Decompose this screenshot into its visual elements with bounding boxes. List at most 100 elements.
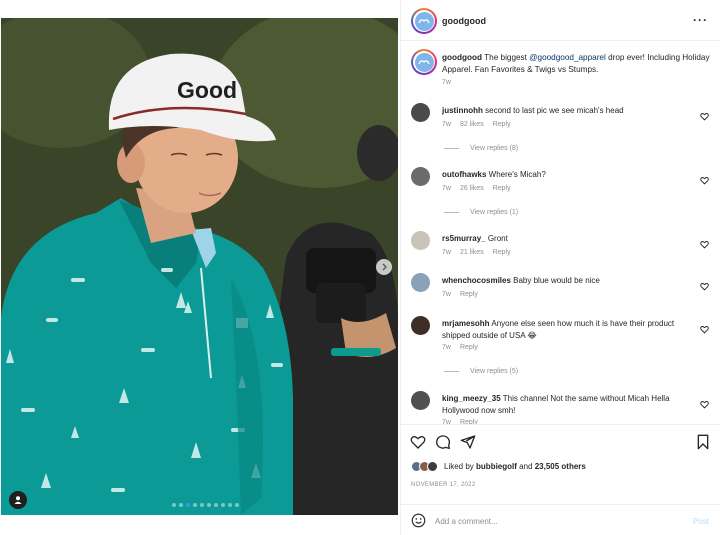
comment-meta: 7w 82 likes Reply [442, 121, 520, 128]
reply-button[interactable]: Reply [460, 291, 478, 298]
comment-body: second to last pic we see micah's head [482, 106, 624, 115]
view-replies-label: View replies (8) [470, 145, 519, 152]
comment-text: rs5murray_ Gront [442, 233, 694, 245]
reply-button[interactable]: Reply [493, 121, 511, 128]
post-photo[interactable]: Good [1, 18, 398, 515]
carousel-dot [235, 503, 239, 507]
caption-username[interactable]: goodgood [442, 53, 482, 62]
comment-like-heart-icon[interactable] [700, 278, 709, 291]
comment-like-heart-icon[interactable] [700, 172, 709, 185]
commenter-username[interactable]: king_meezy_35 [442, 394, 501, 403]
comment-timestamp: 7w [442, 344, 451, 351]
chevron-right-icon [382, 263, 387, 271]
carousel-dot [193, 503, 197, 507]
brand-logo-icon [414, 11, 434, 31]
next-photo-button[interactable] [376, 259, 392, 275]
heart-icon[interactable] [410, 434, 426, 450]
commenter-username[interactable]: outofhawks [442, 170, 486, 179]
carousel-dot [214, 503, 218, 507]
commenter-avatar[interactable] [411, 316, 430, 335]
view-replies-button[interactable]: View replies (8) [444, 145, 518, 152]
comment-text: king_meezy_35 This channel Not the same … [442, 393, 694, 417]
golfer-photo-illustration: Good [1, 18, 398, 515]
carousel-dot [200, 503, 204, 507]
carousel-indicator [172, 503, 239, 507]
carousel-dot [228, 503, 232, 507]
caption-timestamp: 7w [442, 79, 451, 86]
cap-logo-text: Good [177, 77, 237, 103]
post-comment-button[interactable]: Post [693, 517, 709, 526]
comment-text: justinnohh second to last pic we see mic… [442, 105, 694, 117]
view-replies-button[interactable]: View replies (5) [444, 368, 518, 375]
commenter-username[interactable]: justinnohh [442, 106, 483, 115]
commenter-avatar[interactable] [411, 273, 430, 292]
reply-button[interactable]: Reply [493, 185, 511, 192]
post-header: goodgood ··· [401, 0, 720, 41]
reply-button[interactable]: Reply [493, 249, 511, 256]
view-replies-label: View replies (5) [470, 368, 519, 375]
comment-meta: 7w Reply [442, 291, 487, 298]
emoji-icon[interactable] [411, 513, 426, 528]
commenter-avatar[interactable] [411, 167, 430, 186]
caption-mention-link[interactable]: @goodgood_apparel [529, 53, 606, 62]
comment-likes-count[interactable]: 21 likes [460, 249, 484, 256]
carousel-dot [221, 503, 225, 507]
comment-timestamp: 7w [442, 185, 451, 192]
comment-body: Baby blue would be nice [510, 276, 600, 285]
comment-timestamp: 7w [442, 249, 451, 256]
more-options-icon[interactable]: ··· [693, 13, 708, 27]
replies-divider [444, 212, 459, 213]
comment-body: Gront [485, 234, 508, 243]
comment-likes-count[interactable]: 26 likes [460, 185, 484, 192]
comment-like-heart-icon[interactable] [700, 396, 709, 409]
comment-body: Where's Micah? [486, 170, 546, 179]
comment-timestamp: 7w [442, 121, 451, 128]
commenter-avatar[interactable] [411, 103, 430, 122]
comment-likes-count[interactable]: 82 likes [460, 121, 484, 128]
caption-author-avatar[interactable] [411, 49, 437, 75]
brand-logo-icon [414, 52, 434, 72]
view-replies-label: View replies (1) [470, 209, 519, 216]
user-tag-icon [14, 496, 22, 504]
share-icon[interactable] [460, 434, 476, 450]
commenter-avatar[interactable] [411, 391, 430, 410]
post-detail-panel: goodgood ··· goodgood The biggest @goodg… [400, 0, 720, 535]
bookmark-icon[interactable] [695, 434, 711, 450]
post-actions: Liked by bubbiegolf and 23,505 others NO… [401, 424, 720, 535]
reply-button[interactable]: Reply [460, 344, 478, 351]
comment-text: outofhawks Where's Micah? [442, 169, 694, 181]
comment-input[interactable] [435, 513, 675, 529]
author-avatar[interactable] [411, 8, 437, 34]
author-username[interactable]: goodgood [442, 16, 486, 26]
comment-icon[interactable] [435, 434, 451, 450]
carousel-dot [179, 503, 183, 507]
post-media[interactable]: Good [0, 0, 400, 535]
post-date: NOVEMBER 17, 2022 [411, 482, 476, 488]
comment-text: mrjamesohh Anyone else seen how much it … [442, 318, 694, 342]
comment-like-heart-icon[interactable] [700, 321, 709, 334]
liked-by-user-link[interactable]: bubbiegolf [476, 462, 517, 471]
carousel-dot [186, 503, 190, 507]
commenter-username[interactable]: whenchocosmiles [442, 276, 511, 285]
caption-text: goodgood The biggest @goodgood_apparel d… [442, 53, 710, 74]
commenter-username[interactable]: mrjamesohh [442, 319, 490, 328]
commenter-username[interactable]: rs5murray_ [442, 234, 486, 243]
carousel-dot [207, 503, 211, 507]
comment-meta: 7w 21 likes Reply [442, 249, 520, 256]
comment-like-heart-icon[interactable] [700, 108, 709, 121]
replies-divider [444, 148, 459, 149]
comment-meta: 7w Reply [442, 344, 487, 351]
replies-divider [444, 371, 459, 372]
view-replies-button[interactable]: View replies (1) [444, 209, 518, 216]
comment-timestamp: 7w [442, 291, 451, 298]
carousel-dot [172, 503, 176, 507]
add-comment-bar: Post [401, 504, 720, 535]
comment-text: whenchocosmiles Baby blue would be nice [442, 275, 694, 287]
comment-like-heart-icon[interactable] [700, 236, 709, 249]
liked-by-text: Liked by bubbiegolf and 23,505 others [444, 462, 586, 471]
commenter-avatar[interactable] [411, 231, 430, 250]
liker-avatar [427, 461, 438, 472]
liked-by-others-link[interactable]: 23,505 others [535, 462, 586, 471]
likes-summary: Liked by bubbiegolf and 23,505 others [411, 461, 586, 472]
tagged-users-button[interactable] [9, 491, 27, 509]
